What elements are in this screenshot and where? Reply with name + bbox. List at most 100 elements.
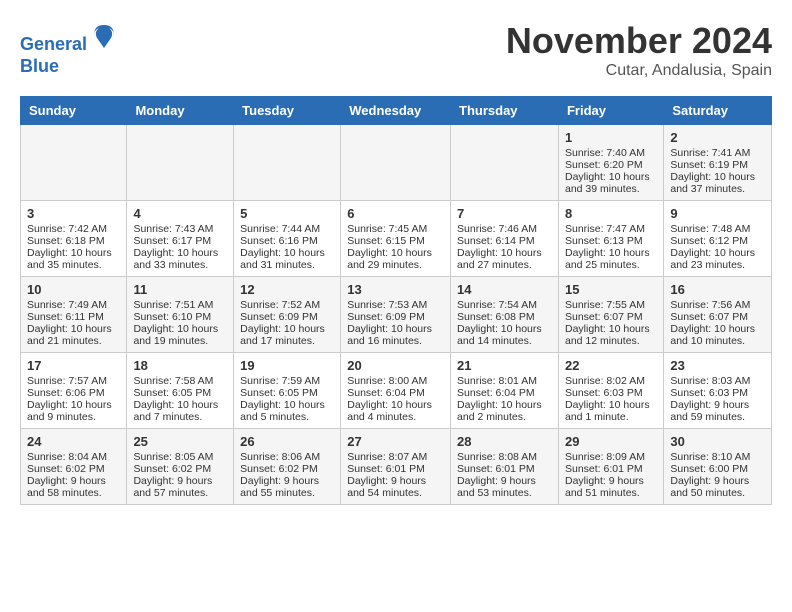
day-info: Daylight: 10 hours and 9 minutes. — [27, 399, 120, 423]
day-info: Sunrise: 8:08 AM — [457, 451, 552, 463]
day-info: Daylight: 10 hours and 29 minutes. — [347, 247, 444, 271]
day-info: Daylight: 9 hours and 54 minutes. — [347, 475, 444, 499]
calendar-cell: 25Sunrise: 8:05 AMSunset: 6:02 PMDayligh… — [127, 429, 234, 505]
calendar-cell: 5Sunrise: 7:44 AMSunset: 6:16 PMDaylight… — [234, 201, 341, 277]
calendar-cell: 23Sunrise: 8:03 AMSunset: 6:03 PMDayligh… — [664, 353, 772, 429]
day-info: Daylight: 10 hours and 35 minutes. — [27, 247, 120, 271]
day-number: 2 — [670, 130, 765, 145]
day-number: 12 — [240, 282, 334, 297]
calendar-cell: 22Sunrise: 8:02 AMSunset: 6:03 PMDayligh… — [558, 353, 663, 429]
day-info: Sunrise: 8:07 AM — [347, 451, 444, 463]
col-header-friday: Friday — [558, 97, 663, 125]
day-number: 24 — [27, 434, 120, 449]
day-info: Daylight: 9 hours and 57 minutes. — [133, 475, 227, 499]
day-info: Sunset: 6:03 PM — [670, 387, 765, 399]
calendar-cell: 15Sunrise: 7:55 AMSunset: 6:07 PMDayligh… — [558, 277, 663, 353]
calendar-body: 1Sunrise: 7:40 AMSunset: 6:20 PMDaylight… — [21, 125, 772, 505]
day-info: Sunset: 6:05 PM — [133, 387, 227, 399]
calendar-cell: 13Sunrise: 7:53 AMSunset: 6:09 PMDayligh… — [341, 277, 451, 353]
day-info: Sunrise: 8:01 AM — [457, 375, 552, 387]
calendar-cell: 6Sunrise: 7:45 AMSunset: 6:15 PMDaylight… — [341, 201, 451, 277]
day-info: Sunset: 6:06 PM — [27, 387, 120, 399]
calendar-cell: 9Sunrise: 7:48 AMSunset: 6:12 PMDaylight… — [664, 201, 772, 277]
day-info: Daylight: 9 hours and 58 minutes. — [27, 475, 120, 499]
day-info: Sunrise: 8:10 AM — [670, 451, 765, 463]
calendar-cell: 3Sunrise: 7:42 AMSunset: 6:18 PMDaylight… — [21, 201, 127, 277]
day-info: Sunset: 6:13 PM — [565, 235, 657, 247]
logo-text: General Blue — [20, 20, 119, 77]
day-info: Sunrise: 7:49 AM — [27, 299, 120, 311]
day-info: Sunrise: 8:09 AM — [565, 451, 657, 463]
day-info: Daylight: 9 hours and 53 minutes. — [457, 475, 552, 499]
calendar-cell — [451, 125, 559, 201]
calendar-cell: 24Sunrise: 8:04 AMSunset: 6:02 PMDayligh… — [21, 429, 127, 505]
day-info: Sunset: 6:15 PM — [347, 235, 444, 247]
day-info: Sunrise: 7:53 AM — [347, 299, 444, 311]
day-info: Sunset: 6:16 PM — [240, 235, 334, 247]
day-info: Sunrise: 7:44 AM — [240, 223, 334, 235]
day-info: Sunset: 6:08 PM — [457, 311, 552, 323]
calendar-cell — [127, 125, 234, 201]
day-number: 1 — [565, 130, 657, 145]
day-info: Sunrise: 7:43 AM — [133, 223, 227, 235]
day-number: 5 — [240, 206, 334, 221]
day-info: Sunset: 6:17 PM — [133, 235, 227, 247]
day-info: Daylight: 10 hours and 7 minutes. — [133, 399, 227, 423]
day-info: Sunrise: 7:52 AM — [240, 299, 334, 311]
calendar-cell — [234, 125, 341, 201]
col-header-monday: Monday — [127, 97, 234, 125]
day-number: 21 — [457, 358, 552, 373]
calendar-cell: 20Sunrise: 8:00 AMSunset: 6:04 PMDayligh… — [341, 353, 451, 429]
calendar-cell: 30Sunrise: 8:10 AMSunset: 6:00 PMDayligh… — [664, 429, 772, 505]
day-info: Sunset: 6:19 PM — [670, 159, 765, 171]
day-info: Sunrise: 7:41 AM — [670, 147, 765, 159]
col-header-thursday: Thursday — [451, 97, 559, 125]
day-info: Sunset: 6:00 PM — [670, 463, 765, 475]
day-info: Daylight: 10 hours and 33 minutes. — [133, 247, 227, 271]
day-number: 4 — [133, 206, 227, 221]
day-number: 23 — [670, 358, 765, 373]
day-number: 11 — [133, 282, 227, 297]
col-header-sunday: Sunday — [21, 97, 127, 125]
day-info: Sunset: 6:04 PM — [457, 387, 552, 399]
day-info: Daylight: 10 hours and 16 minutes. — [347, 323, 444, 347]
day-info: Daylight: 10 hours and 2 minutes. — [457, 399, 552, 423]
day-info: Sunset: 6:09 PM — [347, 311, 444, 323]
day-number: 27 — [347, 434, 444, 449]
day-number: 30 — [670, 434, 765, 449]
day-info: Daylight: 9 hours and 55 minutes. — [240, 475, 334, 499]
day-number: 6 — [347, 206, 444, 221]
day-number: 14 — [457, 282, 552, 297]
day-info: Daylight: 10 hours and 23 minutes. — [670, 247, 765, 271]
day-info: Sunrise: 7:54 AM — [457, 299, 552, 311]
day-info: Daylight: 10 hours and 4 minutes. — [347, 399, 444, 423]
page-header: General Blue November 2024 Cutar, Andalu… — [20, 20, 772, 80]
day-info: Daylight: 10 hours and 14 minutes. — [457, 323, 552, 347]
day-info: Sunrise: 7:55 AM — [565, 299, 657, 311]
day-info: Sunset: 6:01 PM — [347, 463, 444, 475]
day-info: Daylight: 10 hours and 12 minutes. — [565, 323, 657, 347]
day-number: 8 — [565, 206, 657, 221]
calendar-cell: 27 Sunrise: 8:07 AMSunset: 6:01 PMDayligh… — [341, 429, 451, 505]
calendar-cell: 17Sunrise: 7:57 AMSunset: 6:06 PMDayligh… — [21, 353, 127, 429]
calendar-table: SundayMondayTuesdayWednesdayThursdayFrid… — [20, 96, 772, 505]
day-info: Sunrise: 7:56 AM — [670, 299, 765, 311]
day-number: 18 — [133, 358, 227, 373]
day-info: Sunset: 6:10 PM — [133, 311, 227, 323]
day-number: 7 — [457, 206, 552, 221]
day-number: 26 — [240, 434, 334, 449]
day-info: Sunset: 6:07 PM — [565, 311, 657, 323]
title-block: November 2024 Cutar, Andalusia, Spain — [506, 20, 772, 80]
calendar-cell: 29Sunrise: 8:09 AMSunset: 6:01 PMDayligh… — [558, 429, 663, 505]
day-info: Sunset: 6:01 PM — [565, 463, 657, 475]
day-info: Daylight: 10 hours and 25 minutes. — [565, 247, 657, 271]
location: Cutar, Andalusia, Spain — [506, 62, 772, 80]
day-info: Sunset: 6:03 PM — [565, 387, 657, 399]
month-title: November 2024 — [506, 20, 772, 62]
calendar-week-4: 17Sunrise: 7:57 AMSunset: 6:06 PMDayligh… — [21, 353, 772, 429]
day-info: Sunrise: 8:00 AM — [347, 375, 444, 387]
day-info: Sunrise: 8:06 AM — [240, 451, 334, 463]
calendar-cell: 21 Sunrise: 8:01 AMSunset: 6:04 PMDayligh… — [451, 353, 559, 429]
day-info: Daylight: 10 hours and 39 minutes. — [565, 171, 657, 195]
day-info: Daylight: 10 hours and 1 minute. — [565, 399, 657, 423]
